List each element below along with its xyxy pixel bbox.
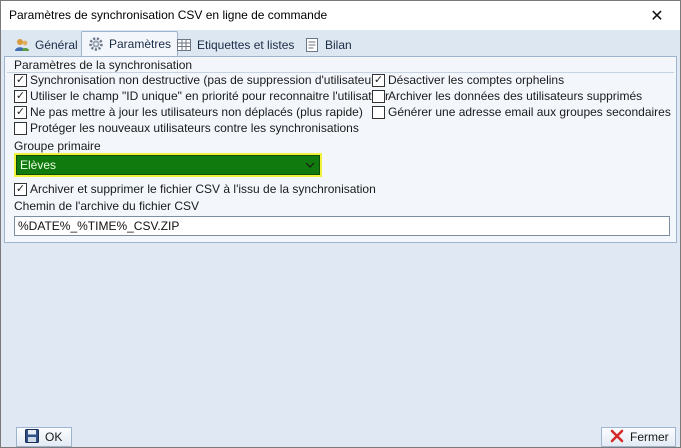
option-label: Ne pas mettre à jour les utilisateurs no…	[30, 105, 363, 119]
archive-path-input[interactable]: %DATE%_%TIME%_CSV.ZIP	[14, 216, 670, 236]
tab-parametres-label: Paramètres	[109, 37, 172, 51]
tab-parametres[interactable]: Paramètres	[81, 31, 179, 56]
primary-group-label: Groupe primaire	[14, 139, 101, 153]
gear-icon	[88, 36, 104, 52]
checkbox[interactable]: ✓	[14, 73, 27, 87]
parametres-panel: Paramètres de la synchronisation ✓ Synch…	[4, 56, 677, 243]
option-archive-deleted[interactable]: Archiver les données des utilisateurs su…	[372, 88, 642, 104]
window-title: Paramètres de synchronisation CSV en lig…	[9, 8, 328, 22]
checkbox[interactable]: ✓	[14, 105, 27, 119]
table-icon	[176, 37, 192, 53]
close-label: Fermer	[630, 430, 669, 444]
tab-general[interactable]: Général	[7, 33, 85, 55]
option-label: Désactiver les comptes orphelins	[388, 73, 565, 87]
ok-button[interactable]: OK	[16, 427, 72, 447]
option-skip-unmoved[interactable]: ✓ Ne pas mettre à jour les utilisateurs …	[14, 104, 363, 120]
tab-etiquettes[interactable]: Etiquettes et listes	[169, 33, 301, 55]
option-protect-new-users[interactable]: Protéger les nouveaux utilisateurs contr…	[14, 120, 359, 136]
close-button[interactable]: Fermer	[601, 427, 676, 447]
title-bar: Paramètres de synchronisation CSV en lig…	[1, 1, 680, 30]
tab-etiquettes-label: Etiquettes et listes	[197, 37, 295, 52]
option-unique-id[interactable]: ✓ Utiliser le champ "ID unique" en prior…	[14, 88, 389, 104]
floppy-disk-icon	[25, 428, 39, 446]
option-label: Utiliser le champ "ID unique" en priorit…	[30, 89, 389, 103]
ok-label: OK	[45, 430, 63, 444]
checkbox[interactable]: ✓	[14, 89, 27, 103]
report-icon	[304, 37, 320, 53]
option-label: Protéger les nouveaux utilisateurs contr…	[30, 121, 359, 135]
option-label: Archiver et supprimer le fichier CSV à l…	[30, 182, 376, 196]
dialog-footer	[1, 423, 680, 447]
option-non-destructive[interactable]: ✓ Synchronisation non destructive (pas d…	[14, 72, 385, 88]
tab-bilan[interactable]: Bilan	[297, 33, 359, 55]
checkbox[interactable]	[372, 89, 385, 103]
primary-group-select[interactable]: Elèves	[14, 153, 322, 177]
close-icon: ✕	[650, 7, 664, 25]
checkbox[interactable]	[14, 121, 27, 135]
close-x-icon	[610, 429, 624, 446]
primary-group-value: Elèves	[20, 158, 57, 172]
close-window-button[interactable]: ✕	[634, 1, 680, 30]
sync-settings-dialog: Paramètres de synchronisation CSV en lig…	[0, 0, 681, 448]
sync-group-title: Paramètres de la synchronisation	[14, 58, 193, 72]
option-label: Générer une adresse email aux groupes se…	[388, 105, 671, 119]
archive-path-label: Chemin de l'archive du fichier CSV	[14, 199, 200, 213]
checkbox[interactable]: ✓	[14, 182, 27, 196]
users-icon	[14, 37, 30, 53]
checkbox[interactable]: ✓	[372, 73, 385, 87]
tab-bar: Général Paramètres Etiquettes et listes …	[1, 30, 680, 56]
tab-bilan-label: Bilan	[325, 37, 352, 52]
option-generate-email[interactable]: Générer une adresse email aux groupes se…	[372, 104, 671, 120]
primary-group-select-field[interactable]: Elèves	[16, 155, 320, 175]
option-archive-csv[interactable]: ✓ Archiver et supprimer le fichier CSV à…	[14, 181, 376, 197]
tab-general-label: Général	[35, 37, 78, 52]
checkbox[interactable]	[372, 105, 385, 119]
chevron-down-icon[interactable]	[301, 156, 319, 174]
option-label: Archiver les données des utilisateurs su…	[388, 89, 643, 103]
option-disable-orphans[interactable]: ✓ Désactiver les comptes orphelins	[372, 72, 564, 88]
option-label: Synchronisation non destructive (pas de …	[30, 73, 386, 87]
